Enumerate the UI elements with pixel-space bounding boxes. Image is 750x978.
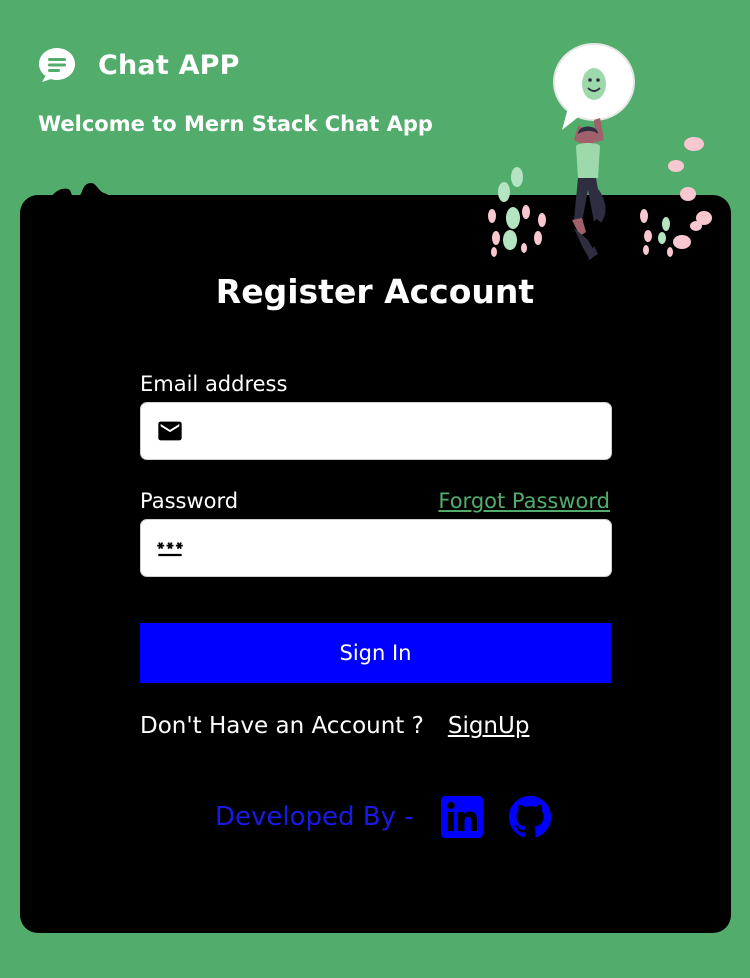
- password-label: Password: [140, 489, 239, 513]
- developer-credits: Developed By -: [215, 795, 552, 839]
- chat-bubble-icon: [39, 48, 75, 82]
- welcome-text: Welcome to Mern Stack Chat App: [38, 112, 433, 136]
- forgot-password-link[interactable]: Forgot Password: [438, 489, 610, 513]
- brand-header: Chat APP: [38, 46, 240, 84]
- email-label: Email address: [140, 372, 288, 396]
- password-field-wrapper[interactable]: [140, 519, 612, 577]
- developed-by-text: Developed By -: [215, 802, 414, 832]
- app-title: Chat APP: [98, 49, 240, 81]
- password-icon: [157, 542, 183, 557]
- linkedin-icon[interactable]: [440, 795, 484, 839]
- signup-link[interactable]: SignUp: [448, 713, 530, 739]
- person-with-chat-bubble-illustration: [488, 43, 712, 260]
- email-field[interactable]: [184, 403, 611, 459]
- page-title: Register Account: [215, 272, 535, 311]
- github-icon[interactable]: [508, 795, 552, 839]
- password-field[interactable]: [184, 520, 611, 576]
- signup-prompt: Don't Have an Account ? SignUp: [140, 713, 529, 739]
- mail-icon: [158, 421, 182, 441]
- account-prompt-text: Don't Have an Account ?: [140, 713, 424, 739]
- email-field-wrapper[interactable]: [140, 402, 612, 460]
- sign-in-button[interactable]: Sign In: [140, 623, 611, 683]
